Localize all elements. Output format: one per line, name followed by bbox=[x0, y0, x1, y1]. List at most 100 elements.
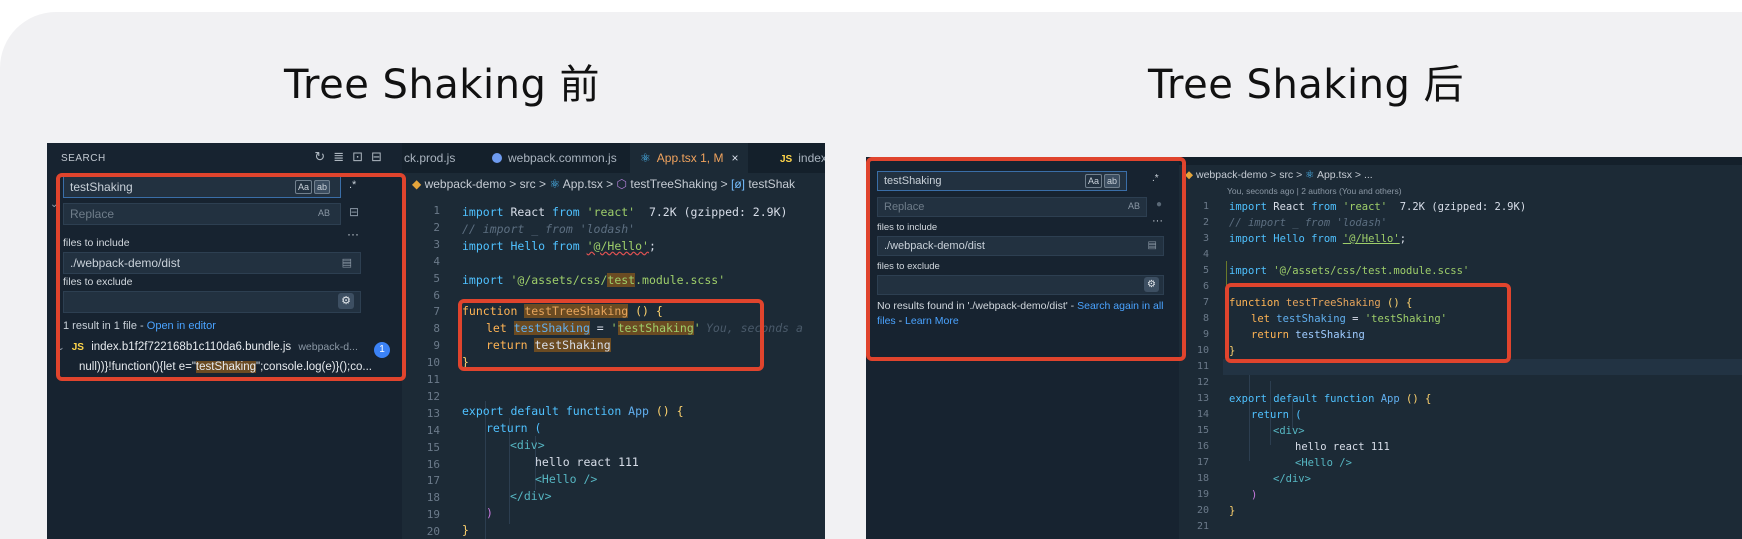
use-exclude-settings-icon[interactable]: ⚙ bbox=[338, 293, 354, 309]
line-number: 21 bbox=[1196, 521, 1209, 532]
search-sidebar: testShaking Aa ab .* Replace AB ● ··· fi… bbox=[866, 157, 1179, 539]
search-input-value: testShaking bbox=[70, 180, 133, 194]
files-include-value: ./webpack-demo/dist bbox=[70, 256, 181, 270]
files-include-label: files to include bbox=[877, 222, 938, 233]
new-search-editor-icon[interactable]: ⊡ bbox=[352, 149, 371, 164]
files-exclude-input[interactable]: ⚙ bbox=[877, 275, 1164, 295]
breadcrumb: ◆ webpack-demo > src > ⚛ App.tsx > ... bbox=[1185, 169, 1373, 181]
regex-icon[interactable]: .* bbox=[349, 179, 356, 191]
breadcrumb-folder[interactable]: webpack-demo bbox=[425, 177, 506, 191]
editor-tab-bar: ck.prod.js webpack.common.js ⚛ App.tsx 1,… bbox=[402, 143, 825, 173]
line-number: 15 bbox=[1196, 425, 1209, 436]
regex-icon[interactable]: .* bbox=[1152, 173, 1159, 184]
refresh-icon[interactable]: ↻ bbox=[314, 149, 333, 164]
screenshot-after: testShaking Aa ab .* Replace AB ● ··· fi… bbox=[866, 157, 1742, 539]
screenshot-before: SEARCH ↻≣⊡⊟ ⌄ testShaking Aa ab .* Repla… bbox=[47, 143, 825, 539]
line-number: 6 bbox=[433, 288, 440, 302]
match-whole-word-toggle[interactable]: ab bbox=[313, 180, 330, 194]
line-number: 4 bbox=[433, 254, 440, 268]
more-options-icon[interactable]: ··· bbox=[1152, 215, 1163, 227]
code-line-8: let testShaking = 'testShaking' bbox=[1251, 313, 1447, 325]
line-number: 16 bbox=[1196, 441, 1209, 452]
code-line-1: import React from 'react' 7.2K (gzipped:… bbox=[1229, 201, 1527, 213]
line-number: 13 bbox=[426, 406, 440, 420]
close-tab-icon[interactable]: × bbox=[731, 151, 738, 165]
result-summary: 1 result in 1 file - Open in editor bbox=[63, 320, 216, 332]
code-line-2: // import _ from 'lodash' bbox=[1229, 217, 1388, 229]
more-options-icon[interactable]: ··· bbox=[347, 227, 359, 241]
breadcrumb-src[interactable]: src bbox=[520, 177, 536, 191]
match-case-toggle[interactable]: Aa bbox=[1084, 174, 1102, 188]
code-line-1: import React from 'react' 7.2K (gzipped:… bbox=[462, 205, 788, 219]
breadcrumb-more[interactable]: ... bbox=[1364, 169, 1373, 181]
open-in-editor-link[interactable]: Open in editor bbox=[147, 320, 216, 332]
match-whole-word-toggle[interactable]: ab bbox=[1103, 174, 1120, 188]
chevron-down-icon[interactable]: ⌄ bbox=[50, 199, 58, 210]
replace-input[interactable]: Replace AB bbox=[63, 203, 341, 225]
use-exclude-settings-icon[interactable]: ⚙ bbox=[1144, 277, 1159, 292]
current-line-highlight bbox=[1223, 359, 1742, 375]
code-line-17: <Hello /> bbox=[535, 472, 598, 486]
search-input[interactable]: testShaking Aa ab bbox=[63, 176, 341, 198]
line-number: 12 bbox=[426, 389, 440, 403]
title-before: Tree Shaking 前 bbox=[284, 62, 601, 108]
search-toolbar-icons[interactable]: ↻≣⊡⊟ bbox=[314, 149, 390, 165]
code-line-18: </div> bbox=[510, 489, 552, 503]
line-number: 8 bbox=[1202, 313, 1209, 324]
tab-webpack-common[interactable]: webpack.common.js bbox=[482, 143, 627, 173]
line-number: 12 bbox=[1196, 377, 1209, 388]
replace-all-icon[interactable]: ● bbox=[1156, 199, 1162, 210]
preserve-case-toggle[interactable]: AB bbox=[1126, 200, 1142, 212]
learn-more-link[interactable]: Learn More bbox=[905, 315, 959, 327]
blame-codelens[interactable]: You, seconds ago | 2 authors (You and ot… bbox=[1227, 186, 1402, 196]
line-number: 3 bbox=[433, 237, 440, 251]
breadcrumb-file[interactable]: App.tsx bbox=[563, 177, 603, 191]
clear-results-icon[interactable]: ≣ bbox=[333, 149, 352, 164]
code-line-5: import '@/assets/css/test.module.scss' bbox=[462, 273, 726, 287]
collapse-all-icon[interactable]: ⊟ bbox=[371, 149, 390, 164]
files-include-label: files to include bbox=[63, 237, 130, 249]
line-number: 18 bbox=[1196, 473, 1209, 484]
line-number: 11 bbox=[1196, 361, 1209, 372]
match-case-toggle[interactable]: Aa bbox=[294, 180, 312, 194]
replace-all-icon[interactable]: ⊟ bbox=[349, 205, 359, 219]
open-editors-icon[interactable]: ▤ bbox=[1148, 237, 1157, 255]
folder-icon: ◆ bbox=[1185, 169, 1194, 181]
replace-input[interactable]: Replace AB bbox=[877, 197, 1147, 217]
webpack-file-icon bbox=[492, 153, 502, 163]
files-exclude-input[interactable]: ⚙ bbox=[63, 291, 361, 313]
files-include-input[interactable]: ./webpack-demo/dist ▤ bbox=[63, 252, 361, 274]
breadcrumb-variable[interactable]: testShak bbox=[748, 177, 795, 191]
js-file-icon: JS bbox=[71, 342, 84, 353]
title-after: Tree Shaking 后 bbox=[1148, 62, 1465, 108]
open-editors-icon[interactable]: ▤ bbox=[342, 253, 352, 273]
search-input[interactable]: testShaking Aa ab bbox=[877, 171, 1127, 191]
breadcrumb-folder[interactable]: webpack-demo bbox=[1196, 169, 1267, 181]
tab-index[interactable]: JS index bbox=[770, 143, 825, 173]
code-line-18: </div> bbox=[1273, 473, 1311, 485]
line-number: 9 bbox=[433, 339, 440, 353]
line-number: 15 bbox=[426, 440, 440, 454]
result-match-line[interactable]: null))}!function(){let e="testShaking";c… bbox=[79, 361, 372, 373]
code-line-19: ) bbox=[1251, 489, 1258, 501]
line-number: 19 bbox=[1196, 489, 1209, 500]
line-number: 5 bbox=[1202, 265, 1209, 276]
breadcrumb-file[interactable]: App.tsx bbox=[1317, 169, 1352, 181]
line-number: 5 bbox=[433, 271, 440, 285]
files-include-input[interactable]: ./webpack-demo/dist ▤ bbox=[877, 236, 1164, 256]
files-exclude-label: files to exclude bbox=[877, 261, 940, 272]
code-line-14: return ( bbox=[486, 421, 542, 435]
files-exclude-label: files to exclude bbox=[63, 276, 133, 288]
code-line-9: return testShaking bbox=[486, 338, 611, 352]
code-line-19: ) bbox=[486, 506, 493, 520]
breadcrumb-function[interactable]: testTreeShaking bbox=[630, 177, 717, 191]
breadcrumb-src[interactable]: src bbox=[1279, 169, 1293, 181]
variable-icon: [ø] bbox=[731, 177, 745, 191]
tab-app-tsx[interactable]: ⚛ App.tsx 1, M × bbox=[630, 143, 749, 173]
tab-webpack-prod[interactable]: ck.prod.js bbox=[394, 143, 465, 173]
preserve-case-toggle[interactable]: AB bbox=[316, 207, 332, 219]
indent-guide bbox=[1226, 261, 1227, 311]
result-file-name: index.b1f2f722168b1c110da6.bundle.js bbox=[91, 341, 292, 353]
indent-guide bbox=[459, 337, 460, 355]
result-file-row[interactable]: ⌄ JS index.b1f2f722168b1c110da6.bundle.j… bbox=[57, 341, 358, 353]
